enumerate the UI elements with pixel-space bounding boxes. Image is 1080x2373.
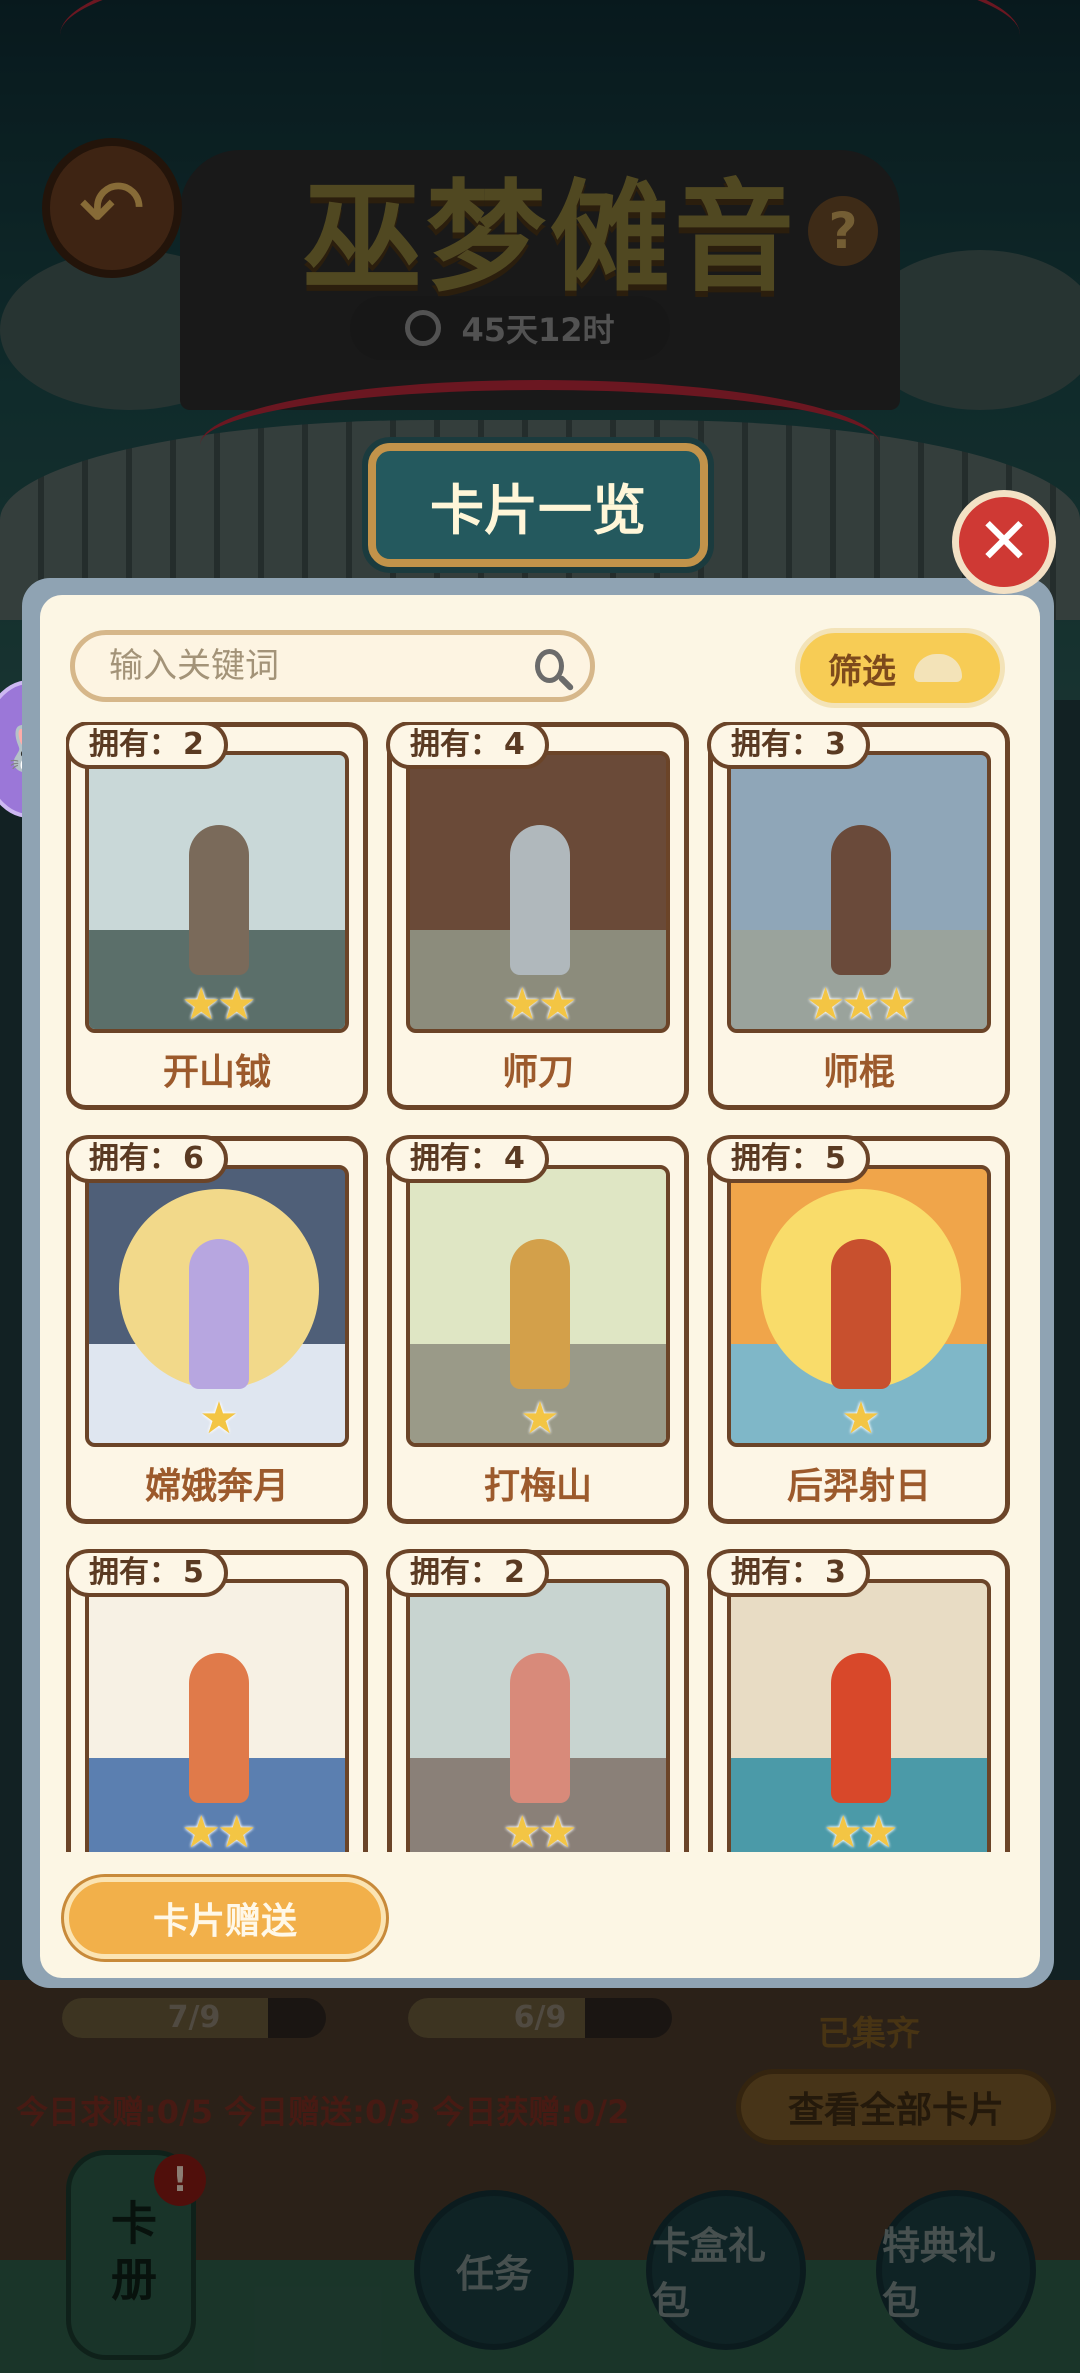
star-icon: ★ (538, 1807, 578, 1852)
star-rating: ★ (392, 1393, 684, 1444)
owned-prefix: 拥有： (89, 727, 179, 762)
owned-prefix: 拥有： (89, 1555, 179, 1590)
art-figure (510, 1653, 570, 1803)
owned-prefix: 拥有： (410, 727, 500, 762)
star-icon: ★ (181, 1807, 222, 1852)
star-icon: ★ (217, 979, 257, 1030)
star-icon: ★ (502, 979, 543, 1030)
star-rating: ★★ (71, 979, 363, 1030)
owned-prefix: 拥有： (731, 1141, 821, 1176)
owned-number: 5 (183, 1555, 204, 1590)
owned-prefix: 拥有： (731, 727, 821, 762)
card-name: 打梅山 (483, 1466, 592, 1507)
owned-prefix: 拥有： (89, 1141, 179, 1176)
card-item[interactable]: ★ 打梅山 拥有： 4 (386, 1135, 689, 1524)
art-figure (189, 1239, 249, 1389)
card-item[interactable]: ★★ 拥有： 5 (66, 1549, 368, 1852)
owned-number: 2 (504, 1555, 525, 1590)
close-icon: ✕ (977, 505, 1031, 579)
filter-button[interactable]: 筛选 (795, 628, 1005, 708)
search-input[interactable] (107, 645, 535, 687)
art-figure (510, 1239, 570, 1389)
star-rating: ★ (713, 1393, 1005, 1444)
card-name: 嫦娥奔月 (144, 1466, 289, 1507)
card-item[interactable]: ★★ 拥有： 3 (707, 1549, 1010, 1852)
owned-count-badge: 拥有： 3 (707, 722, 870, 769)
owned-number: 3 (825, 727, 846, 762)
star-icon: ★ (805, 979, 846, 1030)
star-icon: ★ (217, 1807, 257, 1852)
owned-prefix: 拥有： (731, 1555, 821, 1590)
star-icon: ★ (841, 1393, 881, 1444)
search-field[interactable] (70, 630, 595, 702)
art-figure (189, 1653, 249, 1803)
cloud-filter-icon (914, 654, 962, 682)
star-rating: ★★ (713, 1807, 1005, 1852)
modal-title: 卡片一览 (368, 443, 708, 567)
card-item[interactable]: ★★ 开山钺 拥有： 2 (66, 722, 368, 1110)
card-name: 开山钺 (162, 1052, 271, 1093)
star-icon: ★ (502, 1807, 543, 1852)
owned-number: 5 (825, 1141, 846, 1176)
star-rating: ★★ (392, 979, 684, 1030)
card-item[interactable]: ★★ 师刀 拥有： 4 (386, 722, 689, 1110)
star-icon: ★ (520, 1393, 560, 1444)
owned-count-badge: 拥有： 4 (386, 722, 549, 769)
owned-number: 4 (504, 727, 525, 762)
star-rating: ★★★ (713, 979, 1005, 1030)
art-figure (189, 825, 249, 975)
card-name: 师刀 (501, 1052, 574, 1093)
star-rating: ★★ (71, 1807, 363, 1852)
card-gift-button[interactable]: 卡片赠送 (64, 1877, 386, 1959)
card-item[interactable]: ★★★ 师棍 拥有： 3 (707, 722, 1010, 1110)
star-rating: ★ (71, 1393, 363, 1444)
owned-count-badge: 拥有： 4 (386, 1135, 549, 1183)
star-icon: ★ (841, 979, 881, 1030)
card-item[interactable]: ★ 嫦娥奔月 拥有： 6 (66, 1135, 368, 1524)
star-icon: ★ (823, 1807, 864, 1852)
card-name: 师棍 (822, 1052, 895, 1093)
owned-count-badge: 拥有： 2 (66, 722, 228, 769)
art-figure (510, 825, 570, 975)
card-item[interactable]: ★★ 拥有： 2 (386, 1549, 689, 1852)
owned-number: 6 (183, 1141, 204, 1176)
filter-label: 筛选 (828, 651, 896, 692)
card-item[interactable]: ★ 后羿射日 拥有： 5 (707, 1135, 1010, 1524)
owned-count-badge: 拥有： 5 (707, 1135, 870, 1183)
star-icon: ★ (181, 979, 222, 1030)
card-grid[interactable]: ★★ 开山钺 拥有： 2 ★★ 师刀 拥有： 4 ★★★ 师棍 拥有： 3 ★ 嫦娥奔月 拥有： 6 ★ 打梅山拥… (66, 722, 1010, 1852)
owned-prefix: 拥有： (410, 1141, 500, 1176)
owned-number: 2 (183, 727, 204, 762)
search-icon[interactable] (535, 649, 564, 683)
owned-number: 3 (825, 1555, 846, 1590)
card-name: 后羿射日 (786, 1466, 931, 1507)
owned-count-badge: 拥有： 6 (66, 1135, 228, 1183)
star-icon: ★ (199, 1393, 239, 1444)
owned-count-badge: 拥有： 5 (66, 1549, 228, 1597)
owned-count-badge: 拥有： 2 (386, 1549, 549, 1597)
owned-prefix: 拥有： (410, 1555, 500, 1590)
star-rating: ★★ (392, 1807, 684, 1852)
close-button[interactable]: ✕ (952, 490, 1056, 594)
star-icon: ★ (538, 979, 578, 1030)
owned-count-badge: 拥有： 3 (707, 1549, 870, 1597)
owned-number: 4 (504, 1141, 525, 1176)
art-figure (831, 1239, 891, 1389)
star-icon: ★ (876, 979, 917, 1030)
star-icon: ★ (859, 1807, 899, 1852)
art-figure (831, 1653, 891, 1803)
art-figure (831, 825, 891, 975)
